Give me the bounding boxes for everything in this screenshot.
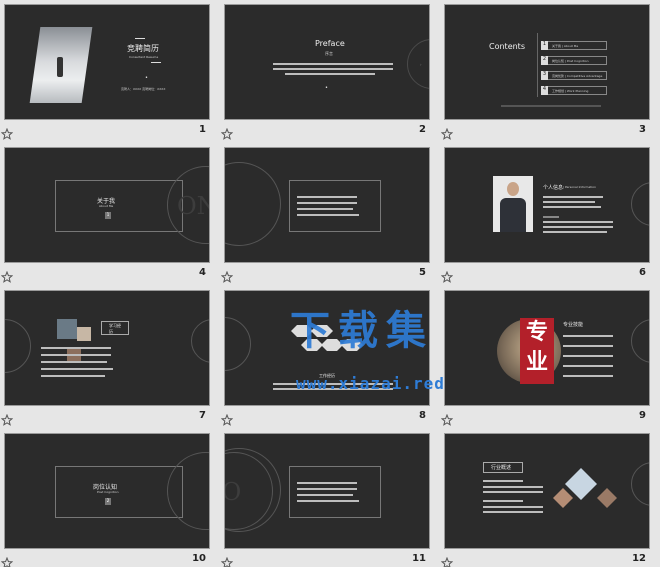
slide-thumb-11[interactable]: TWO 11 bbox=[220, 429, 432, 567]
slide-thumb-4[interactable]: ONE 关于我 About Me 1 4 bbox=[0, 143, 212, 283]
star-icon[interactable] bbox=[220, 554, 234, 567]
slide-canvas: Preface 序言 • › bbox=[224, 4, 430, 120]
slide-thumb-5[interactable]: 5 bbox=[220, 143, 432, 283]
slide-canvas bbox=[224, 147, 430, 263]
slide-subtitle: | Personal Information bbox=[563, 185, 597, 189]
slide-thumb-12[interactable]: 行业概述 12 bbox=[440, 429, 652, 567]
slide-thumb-1[interactable]: 竞聘简历 Consultant Resume • 竞聘人：XXXX 竞聘岗位：X… bbox=[0, 0, 212, 140]
frame bbox=[289, 466, 381, 518]
slide-canvas: Contents 1 关于我 | About Me 2 岗位认知 | Post … bbox=[444, 4, 650, 120]
slide-number: 5 bbox=[419, 267, 426, 278]
frame bbox=[55, 466, 183, 518]
star-icon[interactable] bbox=[220, 268, 234, 283]
watermark-seal: 专业 bbox=[520, 318, 554, 384]
slide-subtitle: Consultant Resume bbox=[129, 55, 159, 59]
slide-number: 3 bbox=[639, 124, 646, 135]
slide-thumb-3[interactable]: Contents 1 关于我 | About Me 2 岗位认知 | Post … bbox=[440, 0, 652, 140]
slide-number: 8 bbox=[419, 410, 426, 421]
star-icon[interactable] bbox=[440, 125, 454, 140]
photo-figure bbox=[57, 57, 63, 77]
slide-canvas: 个人信息 | Personal Information bbox=[444, 147, 650, 263]
slide-number: 7 bbox=[199, 410, 206, 421]
slide-thumb-7[interactable]: 学习经历 7 bbox=[0, 286, 212, 426]
watermark-url: www.xiazai.red bbox=[296, 374, 445, 393]
slide-canvas: 岗位认知 Post Cognition 2 bbox=[4, 433, 210, 549]
contents-item-3: 3 竞岗优势 | Competitive Advantage bbox=[541, 71, 607, 80]
contents-item-1: 1 关于我 | About Me bbox=[541, 41, 607, 50]
slide-title: 学习经历 bbox=[109, 323, 121, 334]
contents-item-2: 2 岗位认知 | Post Cognition bbox=[541, 56, 607, 65]
slide-number: 12 bbox=[632, 553, 646, 564]
star-icon[interactable] bbox=[220, 411, 234, 426]
photo bbox=[57, 319, 77, 339]
slide-title: 行业概述 bbox=[491, 465, 512, 471]
slide-canvas: 学习经历 bbox=[4, 290, 210, 406]
slide-meta: 竞聘人：XXXX 竞聘岗位：XXXX bbox=[121, 87, 166, 91]
slide-number: 4 bbox=[199, 267, 206, 278]
star-icon[interactable] bbox=[220, 125, 234, 140]
slide-canvas: ONE 关于我 About Me 1 bbox=[4, 147, 210, 263]
badge: 1 bbox=[105, 212, 111, 219]
bg-word: TWO bbox=[225, 478, 241, 506]
slide-canvas: TWO bbox=[224, 433, 430, 549]
slide-canvas: 竞聘简历 Consultant Resume • 竞聘人：XXXX 竞聘岗位：X… bbox=[4, 4, 210, 120]
contents-item-4: 4 工作规划 | Work Planning bbox=[541, 86, 607, 95]
slide-thumb-10[interactable]: 岗位认知 Post Cognition 2 10 bbox=[0, 429, 212, 567]
star-icon[interactable] bbox=[0, 125, 14, 140]
slide-number: 2 bbox=[419, 124, 426, 135]
badge: 2 bbox=[105, 498, 111, 505]
star-icon[interactable] bbox=[0, 554, 14, 567]
bg-word: ONE bbox=[177, 192, 209, 220]
frame bbox=[55, 180, 183, 232]
diamond-photos bbox=[553, 468, 617, 508]
watermark-text: 下载集 bbox=[290, 308, 434, 354]
slide-number: 1 bbox=[199, 124, 206, 135]
slide-title: 个人信息 bbox=[543, 185, 564, 191]
slide-subtitle: Post Cognition bbox=[97, 490, 119, 494]
slide-subtitle: 序言 bbox=[325, 51, 333, 56]
frame bbox=[289, 180, 381, 232]
slide-title: 专业技能 bbox=[563, 322, 584, 328]
slide-number: 11 bbox=[412, 553, 426, 564]
portrait bbox=[493, 176, 533, 232]
photo bbox=[77, 327, 91, 341]
slide-title: Preface bbox=[315, 39, 345, 48]
star-icon[interactable] bbox=[440, 554, 454, 567]
slide-canvas: 行业概述 bbox=[444, 433, 650, 549]
slide-title: Contents bbox=[489, 42, 525, 51]
star-icon[interactable] bbox=[0, 411, 14, 426]
slide-thumb-6[interactable]: 个人信息 | Personal Information 6 bbox=[440, 143, 652, 283]
slide-number: 10 bbox=[192, 553, 206, 564]
star-icon[interactable] bbox=[440, 268, 454, 283]
star-icon[interactable] bbox=[0, 268, 14, 283]
slide-thumb-2[interactable]: Preface 序言 • › 2 bbox=[220, 0, 432, 140]
slide-number: 9 bbox=[639, 410, 646, 421]
slide-subtitle: About Me bbox=[99, 204, 114, 208]
star-icon[interactable] bbox=[440, 411, 454, 426]
slide-number: 6 bbox=[639, 267, 646, 278]
slide-title: 竞聘简历 bbox=[127, 44, 159, 53]
